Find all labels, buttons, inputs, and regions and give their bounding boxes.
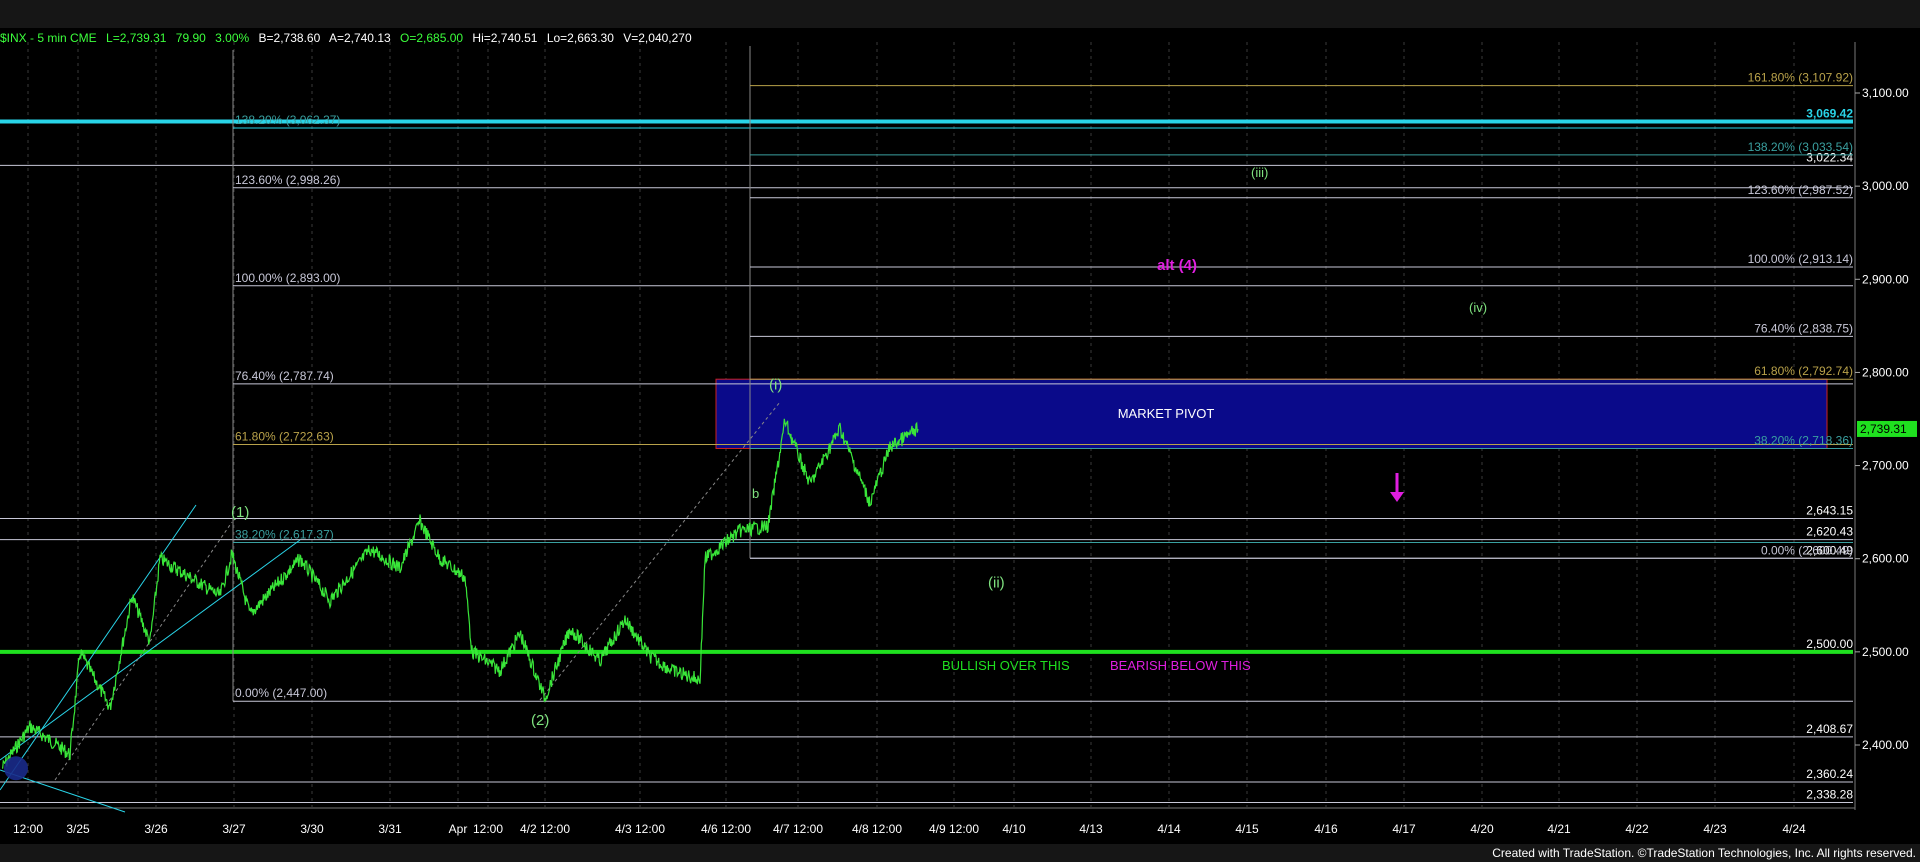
level-label: 2,500.00 bbox=[1806, 637, 1853, 651]
x-tick-label: 4/23 bbox=[1703, 822, 1727, 836]
fib-right-label: 161.80% (3,107.92) bbox=[1748, 71, 1853, 85]
y-tick-label: 2,800.00 bbox=[1862, 365, 1909, 379]
fib-left-label: 61.80% (2,722.63) bbox=[235, 429, 334, 443]
fib-right-label: 138.20% (3,033.54) bbox=[1748, 140, 1853, 154]
down-arrow-icon bbox=[1390, 492, 1404, 502]
x-tick-label: 4/8 12:00 bbox=[852, 822, 902, 836]
wave-iii-label: (iii) bbox=[1251, 165, 1268, 180]
x-tick-label: 4/6 12:00 bbox=[701, 822, 751, 836]
fib-right-label: 100.00% (2,913.14) bbox=[1748, 252, 1853, 266]
y-tick-label: 2,400.00 bbox=[1862, 738, 1909, 752]
x-tick-label: 4/2 12:00 bbox=[520, 822, 570, 836]
bearish-annotation: BEARISH BELOW THIS bbox=[1110, 658, 1251, 673]
x-tick-label: 4/14 bbox=[1157, 822, 1181, 836]
x-tick-label: 4/21 bbox=[1547, 822, 1571, 836]
market-pivot-zone bbox=[715, 378, 1828, 449]
level-label: 2,338.28 bbox=[1806, 787, 1853, 801]
fib-left-label: 138.20% (3,062.37) bbox=[235, 113, 340, 127]
fib-right-label: 38.20% (2,718.36) bbox=[1754, 433, 1853, 447]
x-tick-label: Apr bbox=[449, 822, 468, 836]
x-tick-label: 4/20 bbox=[1470, 822, 1494, 836]
wave-b-label: b bbox=[752, 486, 759, 501]
wave-i-label: (i) bbox=[769, 377, 782, 394]
x-tick-label: 4/16 bbox=[1314, 822, 1338, 836]
projection-dashed-2 bbox=[539, 401, 781, 701]
y-tick-label: 3,000.00 bbox=[1862, 179, 1909, 193]
y-tick-label: 2,600.00 bbox=[1862, 552, 1909, 566]
x-tick-label: 3/30 bbox=[300, 822, 324, 836]
alt4-label: alt (4) bbox=[1157, 257, 1197, 274]
channel-line-upper bbox=[0, 504, 197, 791]
level-label: 2,360.24 bbox=[1806, 767, 1853, 781]
x-tick-label: 3/25 bbox=[66, 822, 90, 836]
level-label: 2,408.67 bbox=[1806, 722, 1853, 736]
fib-left-label: 38.20% (2,617.37) bbox=[235, 528, 334, 542]
x-tick-label: 4/24 bbox=[1782, 822, 1806, 836]
x-tick-label: 4/9 12:00 bbox=[929, 822, 979, 836]
x-tick-label: 4/15 bbox=[1235, 822, 1259, 836]
price-chart[interactable]: 12:00 3/25 3/26 3/27 3/30 3/31 Apr 12:00 4/2 12:… bbox=[0, 0, 1920, 862]
wave-1-label: (1) bbox=[231, 504, 249, 521]
y-tick-label: 2,500.00 bbox=[1862, 645, 1909, 659]
bullish-annotation: BULLISH OVER THIS bbox=[942, 658, 1070, 673]
level-label: 2,620.43 bbox=[1806, 525, 1853, 539]
x-tick-label: 4/17 bbox=[1392, 822, 1416, 836]
fib-right-label: 0.00% (2,600.49) bbox=[1761, 543, 1853, 557]
x-tick-label: 4/13 bbox=[1079, 822, 1103, 836]
x-tick-label: 12:00 bbox=[473, 822, 503, 836]
x-tick-label: 12:00 bbox=[13, 822, 43, 836]
fib-right-label: 76.40% (2,838.75) bbox=[1754, 321, 1853, 335]
x-tick-label: 4/10 bbox=[1002, 822, 1026, 836]
copyright-footer: Created with TradeStation. ©TradeStation… bbox=[1492, 846, 1916, 860]
price-line bbox=[1, 418, 919, 769]
fib-left-label: 123.60% (2,998.26) bbox=[235, 173, 340, 187]
market-pivot-label: MARKET PIVOT bbox=[1118, 406, 1215, 421]
x-tick-label: 3/27 bbox=[222, 822, 246, 836]
y-tick-label: 3,100.00 bbox=[1862, 86, 1909, 100]
wave-2-label: (2) bbox=[531, 712, 549, 729]
y-tick-label: 2,700.00 bbox=[1862, 459, 1909, 473]
level-label: 3,069.42 bbox=[1806, 106, 1853, 120]
last-price-label: 2,739.31 bbox=[1860, 422, 1907, 436]
fib-left-label: 100.00% (2,893.00) bbox=[235, 271, 340, 285]
x-tick-label: 4/3 12:00 bbox=[615, 822, 665, 836]
fib-right-label: 61.80% (2,792.74) bbox=[1754, 364, 1853, 378]
x-tick-label: 3/31 bbox=[378, 822, 402, 836]
fib-left-label: 76.40% (2,787.74) bbox=[235, 369, 334, 383]
start-marker bbox=[4, 756, 28, 781]
wave-iv-label: (iv) bbox=[1469, 300, 1487, 315]
fib-left-label: 0.00% (2,447.00) bbox=[235, 686, 327, 700]
level-label: 2,643.15 bbox=[1806, 504, 1853, 518]
x-tick-label: 4/7 12:00 bbox=[773, 822, 823, 836]
x-tick-label: 3/26 bbox=[144, 822, 168, 836]
fib-right-label: 123.60% (2,987.52) bbox=[1748, 183, 1853, 197]
x-tick-label: 4/22 bbox=[1625, 822, 1649, 836]
wave-ii-label: (ii) bbox=[988, 574, 1005, 591]
y-tick-label: 2,900.00 bbox=[1862, 272, 1909, 286]
